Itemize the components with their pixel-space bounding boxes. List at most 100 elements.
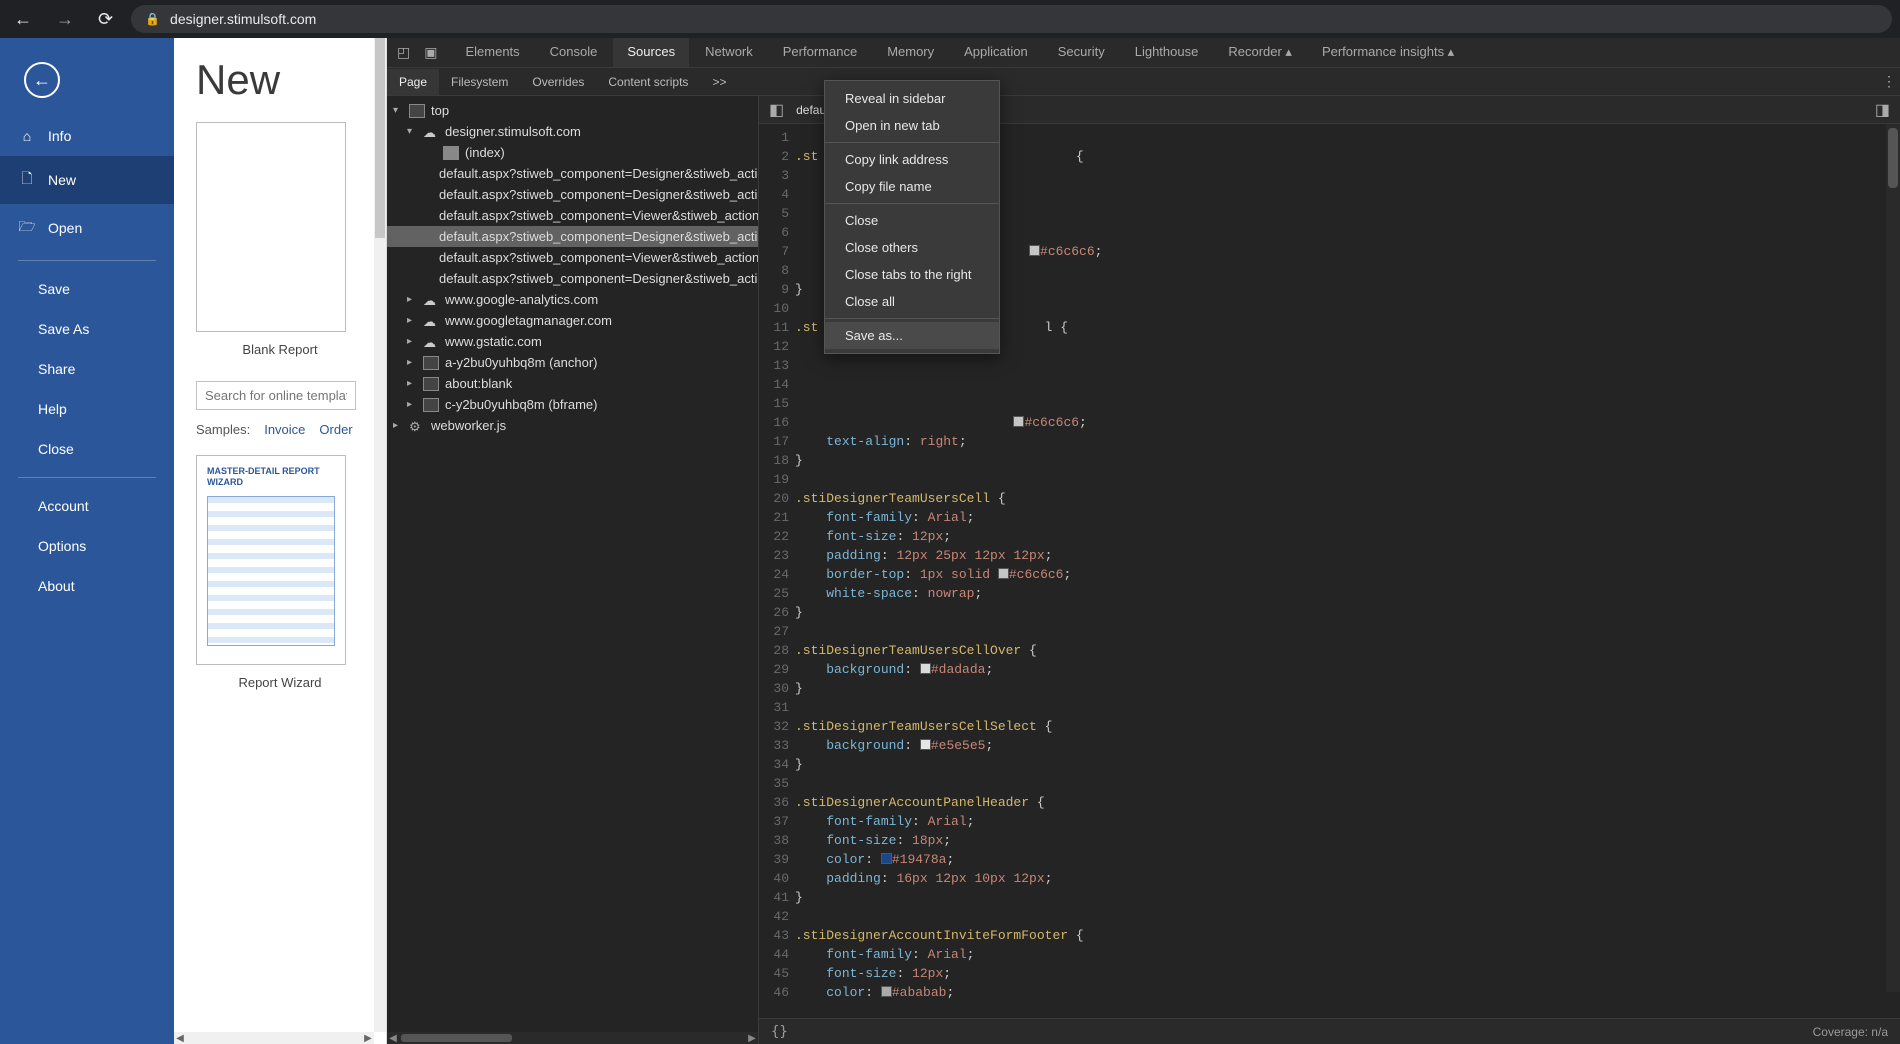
ctx-save-as-[interactable]: Save as... <box>825 322 999 349</box>
devtools-tab-elements[interactable]: Elements <box>451 38 533 67</box>
blank-report-label: Blank Report <box>196 342 364 357</box>
ctx-reveal-in-sidebar[interactable]: Reveal in sidebar <box>825 85 999 112</box>
tree-item[interactable]: ▸☁www.gstatic.com <box>387 331 758 352</box>
sources-subtab-content-scripts[interactable]: Content scripts <box>596 69 700 95</box>
devtools-tab-performance-insights-[interactable]: Performance insights ▴ <box>1308 38 1468 67</box>
sources-subtab--[interactable]: >> <box>700 69 738 95</box>
tree-label: www.googletagmanager.com <box>445 313 612 328</box>
kebab-icon[interactable]: ⋮ <box>1878 69 1900 94</box>
tree-scrollbar[interactable]: ◀▶ <box>387 1032 758 1044</box>
blank-report-tile[interactable] <box>196 122 346 332</box>
tree-item[interactable]: default.aspx?stiweb_component=Designer&s… <box>387 163 758 184</box>
ctx-copy-file-name[interactable]: Copy file name <box>825 173 999 200</box>
tree-item[interactable]: ▸☁www.google-analytics.com <box>387 289 758 310</box>
sidebar-item-open[interactable]: 🗁Open <box>0 204 174 252</box>
scroll-right-icon[interactable]: ▶ <box>362 1033 374 1044</box>
toggle-sidebar-icon[interactable]: ◧ <box>765 98 788 122</box>
ctx-close[interactable]: Close <box>825 207 999 234</box>
ctx-close-tabs-to-the-right[interactable]: Close tabs to the right <box>825 261 999 288</box>
tree-item[interactable]: ▾☁designer.stimulsoft.com <box>387 121 758 142</box>
sample-link-invoice[interactable]: Invoice <box>264 422 305 437</box>
scroll-left-icon[interactable]: ◀ <box>174 1033 186 1044</box>
ctx-open-in-new-tab[interactable]: Open in new tab <box>825 112 999 139</box>
toggle-panel-icon[interactable]: ◨ <box>1871 98 1894 122</box>
line-gutter: 1234567891011121314151617181920212223242… <box>759 124 795 1018</box>
devtools-tab-network[interactable]: Network <box>691 38 767 67</box>
sidebar-item-close[interactable]: Close <box>0 429 174 469</box>
tree-item[interactable]: ▸ about:blank <box>387 373 758 394</box>
sidebar-item-share[interactable]: Share <box>0 349 174 389</box>
sources-subtab-page[interactable]: Page <box>387 69 439 95</box>
template-search-input[interactable] <box>196 381 356 410</box>
tree-item[interactable]: ▸c-y2bu0yuhbq8m (bframe) <box>387 394 758 415</box>
sidebar-item-saveas[interactable]: Save As <box>0 309 174 349</box>
app-back-button[interactable]: ← <box>24 62 60 98</box>
forward-button[interactable]: → <box>50 5 80 34</box>
report-wizard-tile[interactable]: MASTER-DETAIL REPORT WIZARD <box>196 455 346 665</box>
sources-subtab-filesystem[interactable]: Filesystem <box>439 69 520 95</box>
sidebar-item-options[interactable]: Options <box>0 526 174 566</box>
sidebar-item-info[interactable]: ⌂Info <box>0 116 174 156</box>
ctx-close-all[interactable]: Close all <box>825 288 999 315</box>
sidebar-item-about[interactable]: About <box>0 566 174 606</box>
sample-link-order[interactable]: Order <box>319 422 352 437</box>
devtools-tab-application[interactable]: Application <box>950 38 1042 67</box>
tree-item[interactable]: default.aspx?stiweb_component=Viewer&sti… <box>387 247 758 268</box>
devtools-tab-memory[interactable]: Memory <box>873 38 948 67</box>
tree-item[interactable]: default.aspx?stiweb_component=Viewer&sti… <box>387 205 758 226</box>
tree-toggle-icon[interactable]: ▸ <box>407 378 417 389</box>
devtools-tab-lighthouse[interactable]: Lighthouse <box>1121 38 1213 67</box>
sidebar-item-account[interactable]: Account <box>0 486 174 526</box>
tree-item[interactable]: ▸ ☁ www.googletagmanager.com <box>387 310 758 331</box>
tab-context-menu: Reveal in sidebarOpen in new tab Copy lin… <box>824 80 1000 354</box>
tree-toggle-icon[interactable]: ▸ <box>407 294 417 305</box>
device-icon[interactable]: ▣ <box>420 40 441 65</box>
tree-item[interactable]: ▸ a-y2bu0yuhbq8m (anchor) <box>387 352 758 373</box>
editor-scrollbar[interactable] <box>1886 124 1900 992</box>
tree-item[interactable]: ▾top <box>387 100 758 121</box>
tree-label: (index) <box>465 145 505 160</box>
tree-label: a-y2bu0yuhbq8m (anchor) <box>445 355 597 370</box>
gear-icon: ⚙ <box>409 419 425 433</box>
address-bar[interactable]: 🔒 designer.stimulsoft.com <box>131 5 1892 33</box>
tree-toggle-icon[interactable]: ▸ <box>407 357 417 368</box>
devtools-tab-console[interactable]: Console <box>536 38 612 67</box>
devtools-tab-sources[interactable]: Sources <box>613 38 689 67</box>
frame-icon <box>423 377 439 391</box>
inspect-icon[interactable]: ◰ <box>393 40 414 65</box>
tree-toggle-icon[interactable]: ▸ <box>407 315 417 326</box>
tree-toggle-icon[interactable]: ▸ <box>393 420 403 431</box>
tree-item[interactable]: default.aspx?stiweb_component=Designer&s… <box>387 268 758 289</box>
folder-icon: 🗁 <box>18 216 36 240</box>
tree-toggle-icon[interactable]: ▸ <box>407 336 417 347</box>
tree-item[interactable]: default.aspx?stiweb_component=Designer&s… <box>387 226 758 247</box>
tree-item[interactable]: ▸⚙webworker.js <box>387 415 758 436</box>
scrollbar-horizontal[interactable]: ◀▶ <box>174 1032 374 1044</box>
tree-label: default.aspx?stiweb_component=Designer&s… <box>439 187 759 202</box>
wizard-preview-icon <box>207 496 335 646</box>
tree-item[interactable]: default.aspx?stiweb_component=Designer&s… <box>387 184 758 205</box>
report-wizard-label: Report Wizard <box>196 675 364 690</box>
ctx-close-others[interactable]: Close others <box>825 234 999 261</box>
sources-subtab-overrides[interactable]: Overrides <box>520 69 596 95</box>
tree-item[interactable]: (index) <box>387 142 758 163</box>
frame-icon <box>409 104 425 118</box>
cloud-icon: ☁ <box>423 335 439 349</box>
devtools-tab-security[interactable]: Security <box>1044 38 1119 67</box>
tree-label: about:blank <box>445 376 512 391</box>
lock-icon: 🔒 <box>145 12 160 26</box>
back-button[interactable]: ← <box>8 5 38 34</box>
devtools-tab-performance[interactable]: Performance <box>769 38 871 67</box>
cloud-icon: ☁ <box>423 314 439 328</box>
tree-toggle-icon[interactable]: ▾ <box>393 105 403 116</box>
reload-button[interactable]: ⟳ <box>92 5 119 34</box>
ctx-copy-link-address[interactable]: Copy link address <box>825 146 999 173</box>
sidebar-item-help[interactable]: Help <box>0 389 174 429</box>
tree-toggle-icon[interactable]: ▾ <box>407 126 417 137</box>
sidebar-item-save[interactable]: Save <box>0 269 174 309</box>
tree-toggle-icon[interactable]: ▸ <box>407 399 417 410</box>
scrollbar-vertical[interactable] <box>374 38 386 1032</box>
devtools-tab-recorder-[interactable]: Recorder ▴ <box>1214 38 1306 67</box>
sidebar-item-new[interactable]: 🗋New <box>0 156 174 204</box>
pretty-print-icon[interactable]: {} <box>771 1024 788 1040</box>
